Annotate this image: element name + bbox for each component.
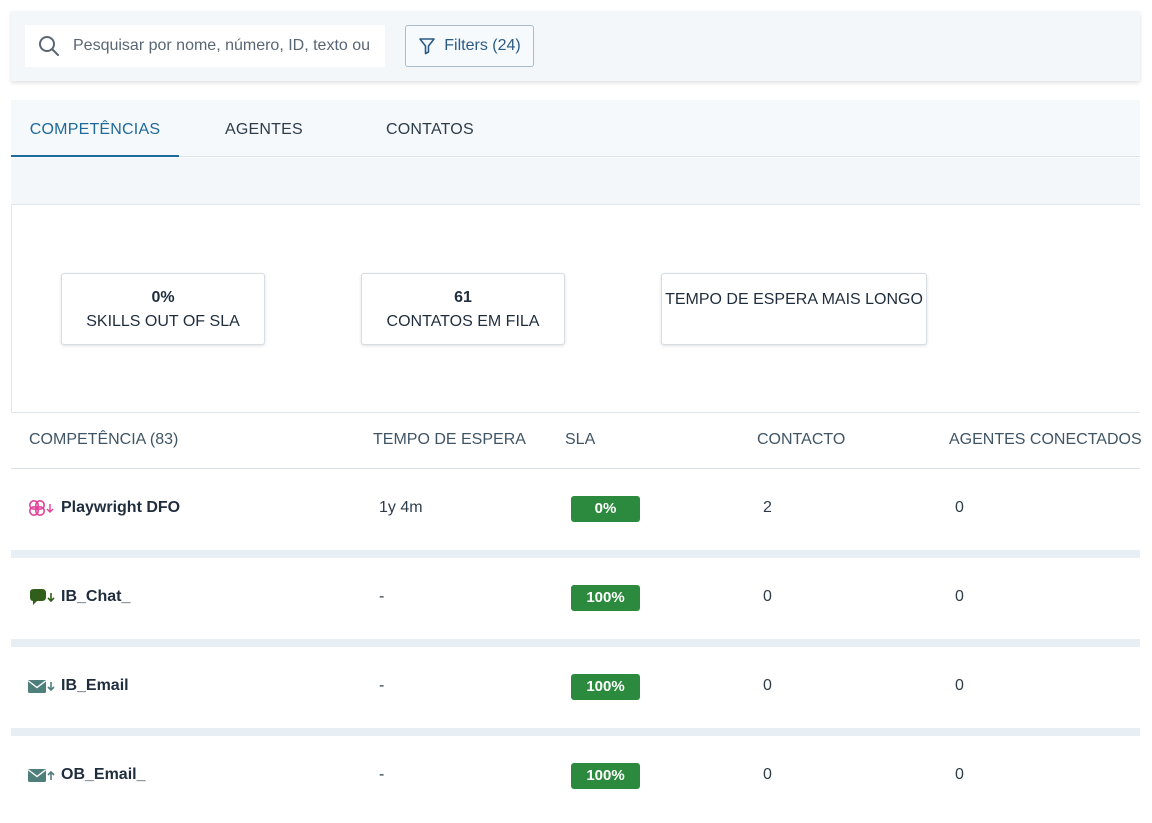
kpi-label: CONTATOS EM FILA — [386, 313, 540, 330]
kpi-value: 0% — [151, 289, 175, 306]
email-outbound-icon — [28, 769, 55, 782]
table-header: COMPETÊNCIA (83) TEMPO DE ESPERA SLA CON… — [11, 413, 1142, 469]
kpi-contacts-in-queue[interactable]: 61 CONTATOS EM FILA — [361, 273, 565, 345]
row-divider — [11, 728, 1140, 736]
column-header-contacts[interactable]: CONTACTO — [757, 431, 845, 449]
agents-count: 0 — [955, 588, 964, 605]
skill-name[interactable]: OB_Email_ — [61, 766, 145, 784]
sub-toolbar — [11, 158, 1140, 205]
top-toolbar: Filters (24) — [11, 11, 1140, 81]
column-header-sla[interactable]: SLA — [565, 431, 595, 449]
skill-name[interactable]: Playwright DFO — [61, 499, 180, 517]
tab-bar: COMPETÊNCIAS AGENTES CONTATOS — [11, 100, 1140, 157]
row-divider — [11, 639, 1140, 647]
table-row[interactable]: IB_Email - 100% 0 0 — [11, 647, 1140, 728]
search-box — [25, 25, 385, 67]
kpi-value: 61 — [454, 289, 472, 306]
column-header-agents[interactable]: AGENTES CONECTADOS — [949, 431, 1142, 449]
search-icon — [39, 36, 59, 56]
wait-time: - — [379, 588, 385, 605]
wait-time: - — [379, 766, 385, 783]
chat-inbound-icon — [30, 589, 55, 605]
agents-count: 0 — [955, 677, 964, 694]
kpi-section: 0% SKILLS OUT OF SLA 61 CONTATOS EM FILA… — [11, 206, 1140, 413]
wait-time: - — [379, 677, 385, 694]
kpi-label: SKILLS OUT OF SLA — [86, 313, 240, 330]
kpi-label: TEMPO DE ESPERA MAIS LONGO — [665, 291, 923, 308]
table-row[interactable]: Playwright DFO 1y 4m 0% 2 0 — [11, 469, 1140, 550]
contacts-count: 0 — [763, 588, 772, 605]
skill-name[interactable]: IB_Chat_ — [61, 588, 130, 606]
agents-count: 0 — [955, 766, 964, 783]
row-divider — [11, 550, 1140, 558]
agents-count: 0 — [955, 499, 964, 516]
table-row[interactable]: IB_Chat_ - 100% 0 0 — [11, 558, 1140, 639]
skill-name[interactable]: IB_Email — [61, 677, 129, 695]
filters-label: Filters (24) — [444, 37, 521, 54]
column-header-skill[interactable]: COMPETÊNCIA (83) — [29, 431, 178, 449]
table-row[interactable]: OB_Email_ - 100% 0 0 — [11, 736, 1140, 817]
tab-competencias[interactable]: COMPETÊNCIAS — [11, 100, 179, 157]
column-header-wait-time[interactable]: TEMPO DE ESPERA — [373, 431, 526, 449]
kpi-longest-wait[interactable]: TEMPO DE ESPERA MAIS LONGO — [661, 273, 927, 345]
workitem-inbound-icon — [29, 500, 54, 516]
contacts-count: 0 — [763, 677, 772, 694]
filters-button[interactable]: Filters (24) — [405, 25, 534, 67]
sla-badge: 0% — [571, 496, 640, 522]
tab-agentes[interactable]: AGENTES — [225, 100, 303, 157]
kpi-skills-out-of-sla[interactable]: 0% SKILLS OUT OF SLA — [61, 273, 265, 345]
contacts-count: 0 — [763, 766, 772, 783]
tab-contatos[interactable]: CONTATOS — [386, 100, 474, 157]
sla-badge: 100% — [571, 763, 640, 789]
email-inbound-icon — [28, 680, 55, 693]
sla-badge: 100% — [571, 674, 640, 700]
filter-icon — [419, 38, 436, 55]
sla-badge: 100% — [571, 585, 640, 611]
wait-time: 1y 4m — [379, 499, 423, 516]
contacts-count: 2 — [763, 499, 772, 516]
search-input[interactable] — [73, 37, 373, 55]
